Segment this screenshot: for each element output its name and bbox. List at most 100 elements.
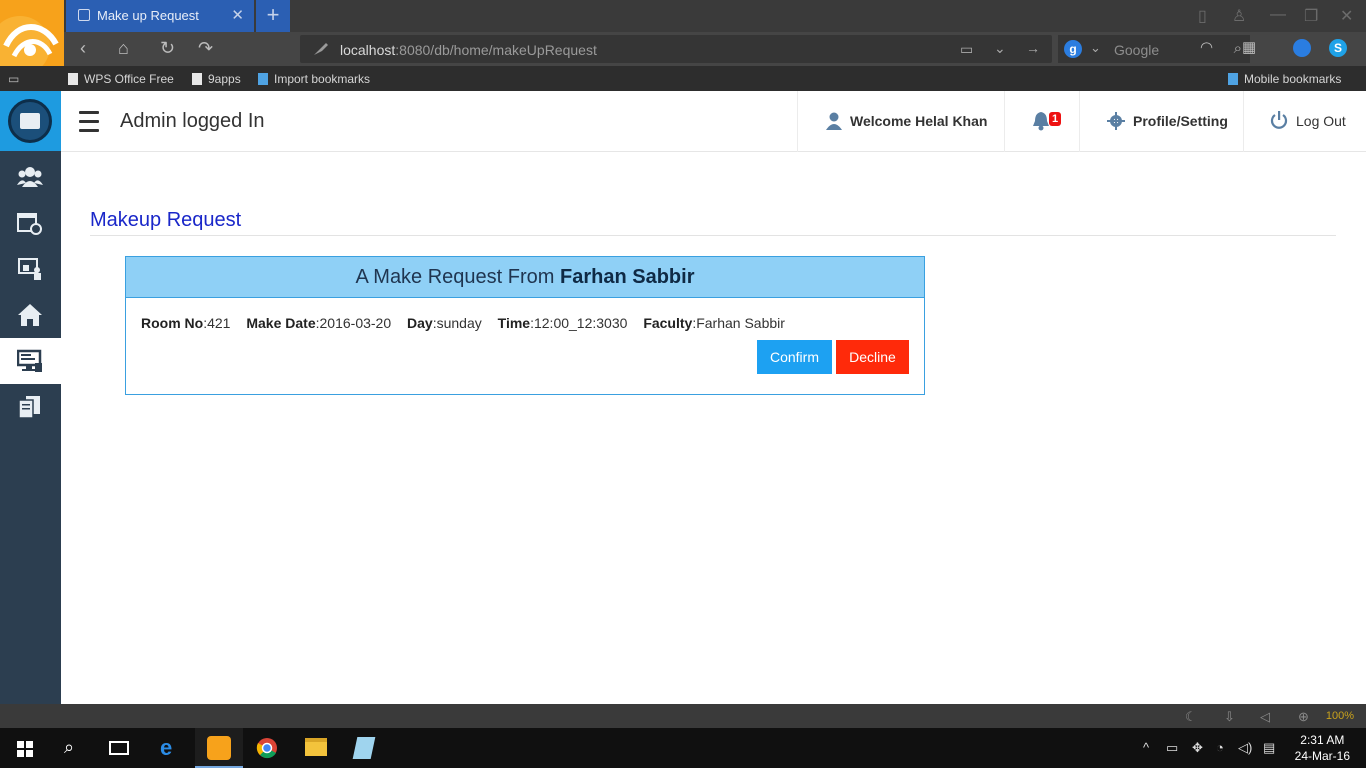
search-engine-icon[interactable]: g bbox=[1064, 40, 1082, 58]
search-box[interactable]: g ⌄ Google ⌕ bbox=[1058, 35, 1250, 63]
welcome-user[interactable]: Welcome Helal Khan bbox=[797, 91, 1005, 152]
heading-divider bbox=[90, 235, 1336, 236]
logout-link[interactable]: Log Out bbox=[1243, 91, 1366, 152]
home-nav-icon[interactable]: ⌂ bbox=[118, 38, 129, 59]
confirm-button[interactable]: Confirm bbox=[757, 340, 832, 374]
field-value: :sunday bbox=[432, 315, 482, 331]
field-label: Day bbox=[407, 315, 433, 331]
sidebar-item-users[interactable] bbox=[0, 154, 61, 200]
chrome-app[interactable] bbox=[243, 728, 291, 768]
page-icon bbox=[68, 73, 78, 85]
uc-browser-logo[interactable] bbox=[0, 0, 64, 66]
system-clock[interactable]: 2:31 AM 24-Mar-16 bbox=[1295, 732, 1350, 764]
apps-grid-icon[interactable]: ▦ bbox=[1242, 38, 1256, 56]
field-label: Time bbox=[497, 315, 531, 331]
task-view-button[interactable] bbox=[96, 728, 144, 768]
page-favicon-icon bbox=[78, 9, 90, 21]
url-host: localhost bbox=[340, 42, 396, 58]
profile-setting-link[interactable]: Profile/Setting bbox=[1079, 91, 1244, 152]
decline-button[interactable]: Decline bbox=[836, 340, 909, 374]
night-mode-icon[interactable]: ☾ bbox=[1185, 709, 1197, 725]
sidebar-item-home[interactable] bbox=[0, 292, 61, 338]
dropdown-icon[interactable]: ⌄ bbox=[994, 40, 1006, 57]
room-no-field: Room No:421 bbox=[141, 315, 230, 331]
sidebar-item-teachers[interactable] bbox=[0, 246, 61, 292]
app-logo[interactable] bbox=[0, 91, 61, 151]
sidebar-item-makeup-requests[interactable] bbox=[0, 338, 61, 384]
time-field: Time:12:00_12:3030 bbox=[498, 315, 628, 331]
bookmark-9apps[interactable]: 9apps bbox=[192, 72, 241, 86]
task-view-icon bbox=[109, 741, 129, 755]
users-icon bbox=[17, 167, 43, 187]
close-window-icon[interactable]: ✕ bbox=[1340, 6, 1353, 26]
top-navbar: Admin logged In Welcome Helal Khan 1 Pro… bbox=[61, 91, 1366, 152]
mobile-bookmarks[interactable]: Mobile bookmarks bbox=[1228, 72, 1341, 86]
make-date-field: Make Date:2016-03-20 bbox=[246, 315, 391, 331]
request-card-header: A Make Request From Farhan Sabbir bbox=[126, 257, 924, 298]
power-icon bbox=[1270, 111, 1288, 129]
bookmark-wps[interactable]: WPS Office Free bbox=[68, 72, 174, 86]
reading-list-icon[interactable]: ▭ bbox=[8, 72, 19, 86]
mobile-bookmarks-label: Mobile bookmarks bbox=[1244, 72, 1342, 86]
skin-icon[interactable]: ♙ bbox=[1232, 6, 1246, 26]
bookmark-label: 9apps bbox=[208, 72, 241, 86]
browser-status-bar: ☾ ⇩ ◁ ⊕ 100% bbox=[0, 704, 1366, 728]
reader-mode-icon[interactable]: ▭ bbox=[960, 41, 973, 58]
start-button[interactable] bbox=[0, 728, 48, 768]
minimize-icon[interactable]: — bbox=[1270, 6, 1286, 24]
reload-icon[interactable]: ↻ bbox=[160, 38, 175, 59]
chevron-down-icon[interactable]: ⌄ bbox=[1090, 40, 1101, 56]
windows-logo-icon bbox=[17, 741, 33, 757]
url-text: localhost:8080/db/home/makeUpRequest bbox=[340, 42, 597, 58]
search-taskbar-button[interactable]: ⌕ bbox=[48, 728, 96, 768]
sidebar-item-schedule[interactable] bbox=[0, 200, 61, 246]
tab-make-up-request[interactable]: Make up Request ✕ bbox=[66, 0, 254, 32]
restore-icon[interactable]: ❐ bbox=[1304, 6, 1318, 26]
edge-app[interactable]: e bbox=[146, 728, 194, 768]
field-value: :2016-03-20 bbox=[315, 315, 392, 331]
sidebar-item-documents[interactable] bbox=[0, 384, 61, 430]
field-label: Make Date bbox=[246, 315, 316, 331]
action-center-icon[interactable]: ▤ bbox=[1263, 740, 1275, 756]
zoom-icon[interactable]: ⊕ bbox=[1298, 709, 1309, 725]
request-details: Room No:421 Make Date:2016-03-20 Day:sun… bbox=[141, 315, 797, 331]
back-icon[interactable]: ‹ bbox=[80, 38, 86, 59]
search-input[interactable]: Google bbox=[1114, 42, 1159, 58]
new-tab-button[interactable]: + bbox=[256, 0, 290, 32]
uc-browser-icon bbox=[207, 736, 231, 760]
undo-close-icon[interactable]: ↷ bbox=[198, 38, 213, 59]
battery-icon[interactable]: ▭ bbox=[1166, 740, 1178, 756]
close-tab-icon[interactable]: ✕ bbox=[231, 6, 244, 24]
zoom-level[interactable]: 100% bbox=[1326, 710, 1354, 722]
dropbox-icon[interactable]: ✥ bbox=[1192, 740, 1203, 756]
sidebar-toggle-icon[interactable]: ▯ bbox=[1198, 6, 1207, 26]
file-explorer-app[interactable] bbox=[292, 728, 340, 768]
logout-label: Log Out bbox=[1296, 113, 1346, 129]
skype-icon[interactable]: S bbox=[1329, 39, 1347, 57]
volume-icon[interactable]: ◁ bbox=[1260, 709, 1270, 725]
wifi-share-icon[interactable]: ◠ bbox=[1200, 38, 1213, 56]
search-icon[interactable]: ⌕ bbox=[1234, 40, 1242, 57]
show-hidden-icons[interactable]: ^ bbox=[1143, 740, 1149, 755]
request-header-prefix: A Make Request From bbox=[355, 266, 561, 288]
uc-browser-app[interactable] bbox=[195, 728, 243, 768]
extension-icon[interactable] bbox=[1293, 39, 1311, 57]
bookmark-import[interactable]: Import bookmarks bbox=[258, 72, 370, 86]
download-icon[interactable]: ⇩ bbox=[1224, 709, 1235, 725]
chrome-icon bbox=[256, 738, 277, 759]
calendar-logo-icon bbox=[8, 99, 52, 143]
notifications[interactable]: 1 bbox=[1004, 91, 1080, 152]
calendar-clock-icon bbox=[17, 213, 42, 235]
address-bar[interactable]: localhost:8080/db/home/makeUpRequest ▭ ⌄… bbox=[300, 35, 1052, 63]
sidebar bbox=[0, 91, 61, 704]
notepad-app[interactable] bbox=[340, 728, 388, 768]
admin-status-title: Admin logged In bbox=[120, 110, 265, 132]
volume-tray-icon[interactable]: ◁) bbox=[1238, 740, 1252, 756]
field-value: :Farhan Sabbir bbox=[692, 315, 785, 331]
network-icon[interactable]: ◔ bbox=[1216, 740, 1224, 755]
browser-chrome: Make up Request ✕ + ▯ ♙ — ❐ ✕ ‹ ⌂ ↻ ↷ lo… bbox=[0, 0, 1366, 66]
main-content: Makeup Request A Make Request From Farha… bbox=[61, 152, 1366, 704]
go-icon[interactable]: → bbox=[1026, 40, 1040, 56]
home-icon bbox=[18, 304, 42, 326]
menu-toggle-icon[interactable] bbox=[79, 111, 99, 132]
